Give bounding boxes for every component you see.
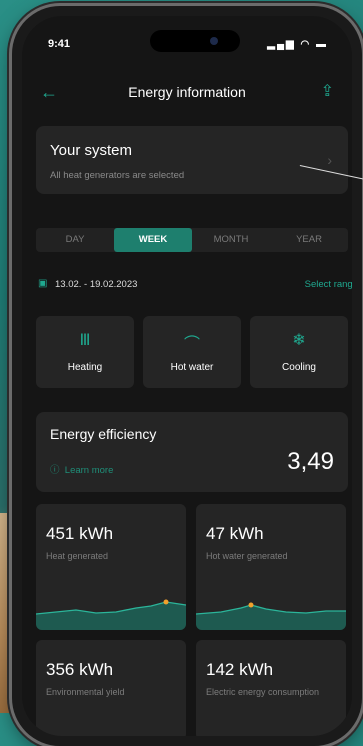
stat-value: 451 kWh [46, 524, 114, 543]
stat-label: Electric energy consumption [206, 687, 320, 697]
stat-label: Hot water generated [206, 551, 288, 561]
system-title: Your system [50, 142, 132, 159]
share-icon[interactable]: ⇪ [321, 81, 334, 101]
hot-water-tap-icon: ⌒ [183, 336, 200, 353]
mode-label: Cooling [282, 362, 316, 373]
chevron-right-icon: › [327, 152, 332, 168]
status-indicators-icon: ▂▄▆ ◠ ▬ [267, 39, 328, 50]
efficiency-title: Energy efficiency [50, 426, 157, 442]
tab-week[interactable]: WEEK [114, 228, 192, 252]
info-icon: ⓘ [50, 465, 60, 476]
sparkline-highlight-point [163, 599, 169, 605]
date-range: 13.02. - 19.02.2023 [55, 279, 138, 290]
learn-more-label: Learn more [64, 465, 114, 476]
energy-efficiency-card[interactable]: Energy efficiency ⓘ Learn more 3,49 [36, 412, 348, 492]
mode-label: Heating [67, 362, 103, 373]
tab-day[interactable]: DAY [36, 228, 114, 252]
hot-water-sparkline [196, 602, 346, 630]
calendar-icon: ▣ [38, 278, 48, 289]
heat-sparkline [36, 599, 186, 630]
mode-label: Hot water [170, 362, 214, 373]
heating-radiator-icon: Ⅲ [79, 332, 91, 349]
sparkline-highlight-point [248, 602, 254, 608]
tab-month[interactable]: MONTH [192, 228, 270, 252]
status-time: 9:41 [48, 38, 71, 50]
stat-value: 356 kWh [46, 660, 114, 679]
system-subtitle: All heat generators are selected [50, 170, 185, 181]
mode-hot-water[interactable]: ⌒ Hot water [143, 316, 241, 388]
select-range-link[interactable]: Select range [305, 279, 352, 290]
stat-value: 47 kWh [206, 524, 264, 543]
status-bar: 9:41 ▂▄▆ ◠ ▬ [22, 38, 352, 58]
snowflake-icon: ❄ [292, 332, 306, 349]
stat-card-environmental[interactable]: 356 kWh Environmental yield [36, 640, 186, 736]
stat-card-heat[interactable]: 451 kWh Heat generated [36, 504, 186, 630]
mode-cooling[interactable]: ❄ Cooling [250, 316, 348, 388]
stat-label: Environmental yield [46, 687, 125, 697]
efficiency-value: 3,49 [287, 448, 334, 475]
top-nav: ← Energy information ⇪ [22, 78, 352, 106]
stat-value: 142 kWh [206, 660, 274, 679]
stat-card-electric[interactable]: 142 kWh Electric energy consumption [196, 640, 346, 736]
page-title: Energy information [128, 84, 246, 100]
stat-card-hot-water[interactable]: 47 kWh Hot water generated [196, 504, 346, 630]
tab-year[interactable]: YEAR [270, 228, 348, 252]
period-tabs: DAY WEEK MONTH YEAR [36, 228, 348, 252]
learn-more-link[interactable]: ⓘ Learn more [50, 462, 113, 476]
your-system-card[interactable]: Your system All heat generators are sele… [36, 126, 348, 194]
phone-frame: 9:41 ▂▄▆ ◠ ▬ ← Energy information ⇪ Your… [12, 6, 362, 746]
app-screen: 9:41 ▂▄▆ ◠ ▬ ← Energy information ⇪ Your… [22, 16, 352, 736]
date-range-row: ▣ 13.02. - 19.02.2023 Select range [38, 278, 352, 294]
stat-label: Heat generated [46, 551, 109, 561]
mode-heating[interactable]: Ⅲ Heating [36, 316, 134, 388]
